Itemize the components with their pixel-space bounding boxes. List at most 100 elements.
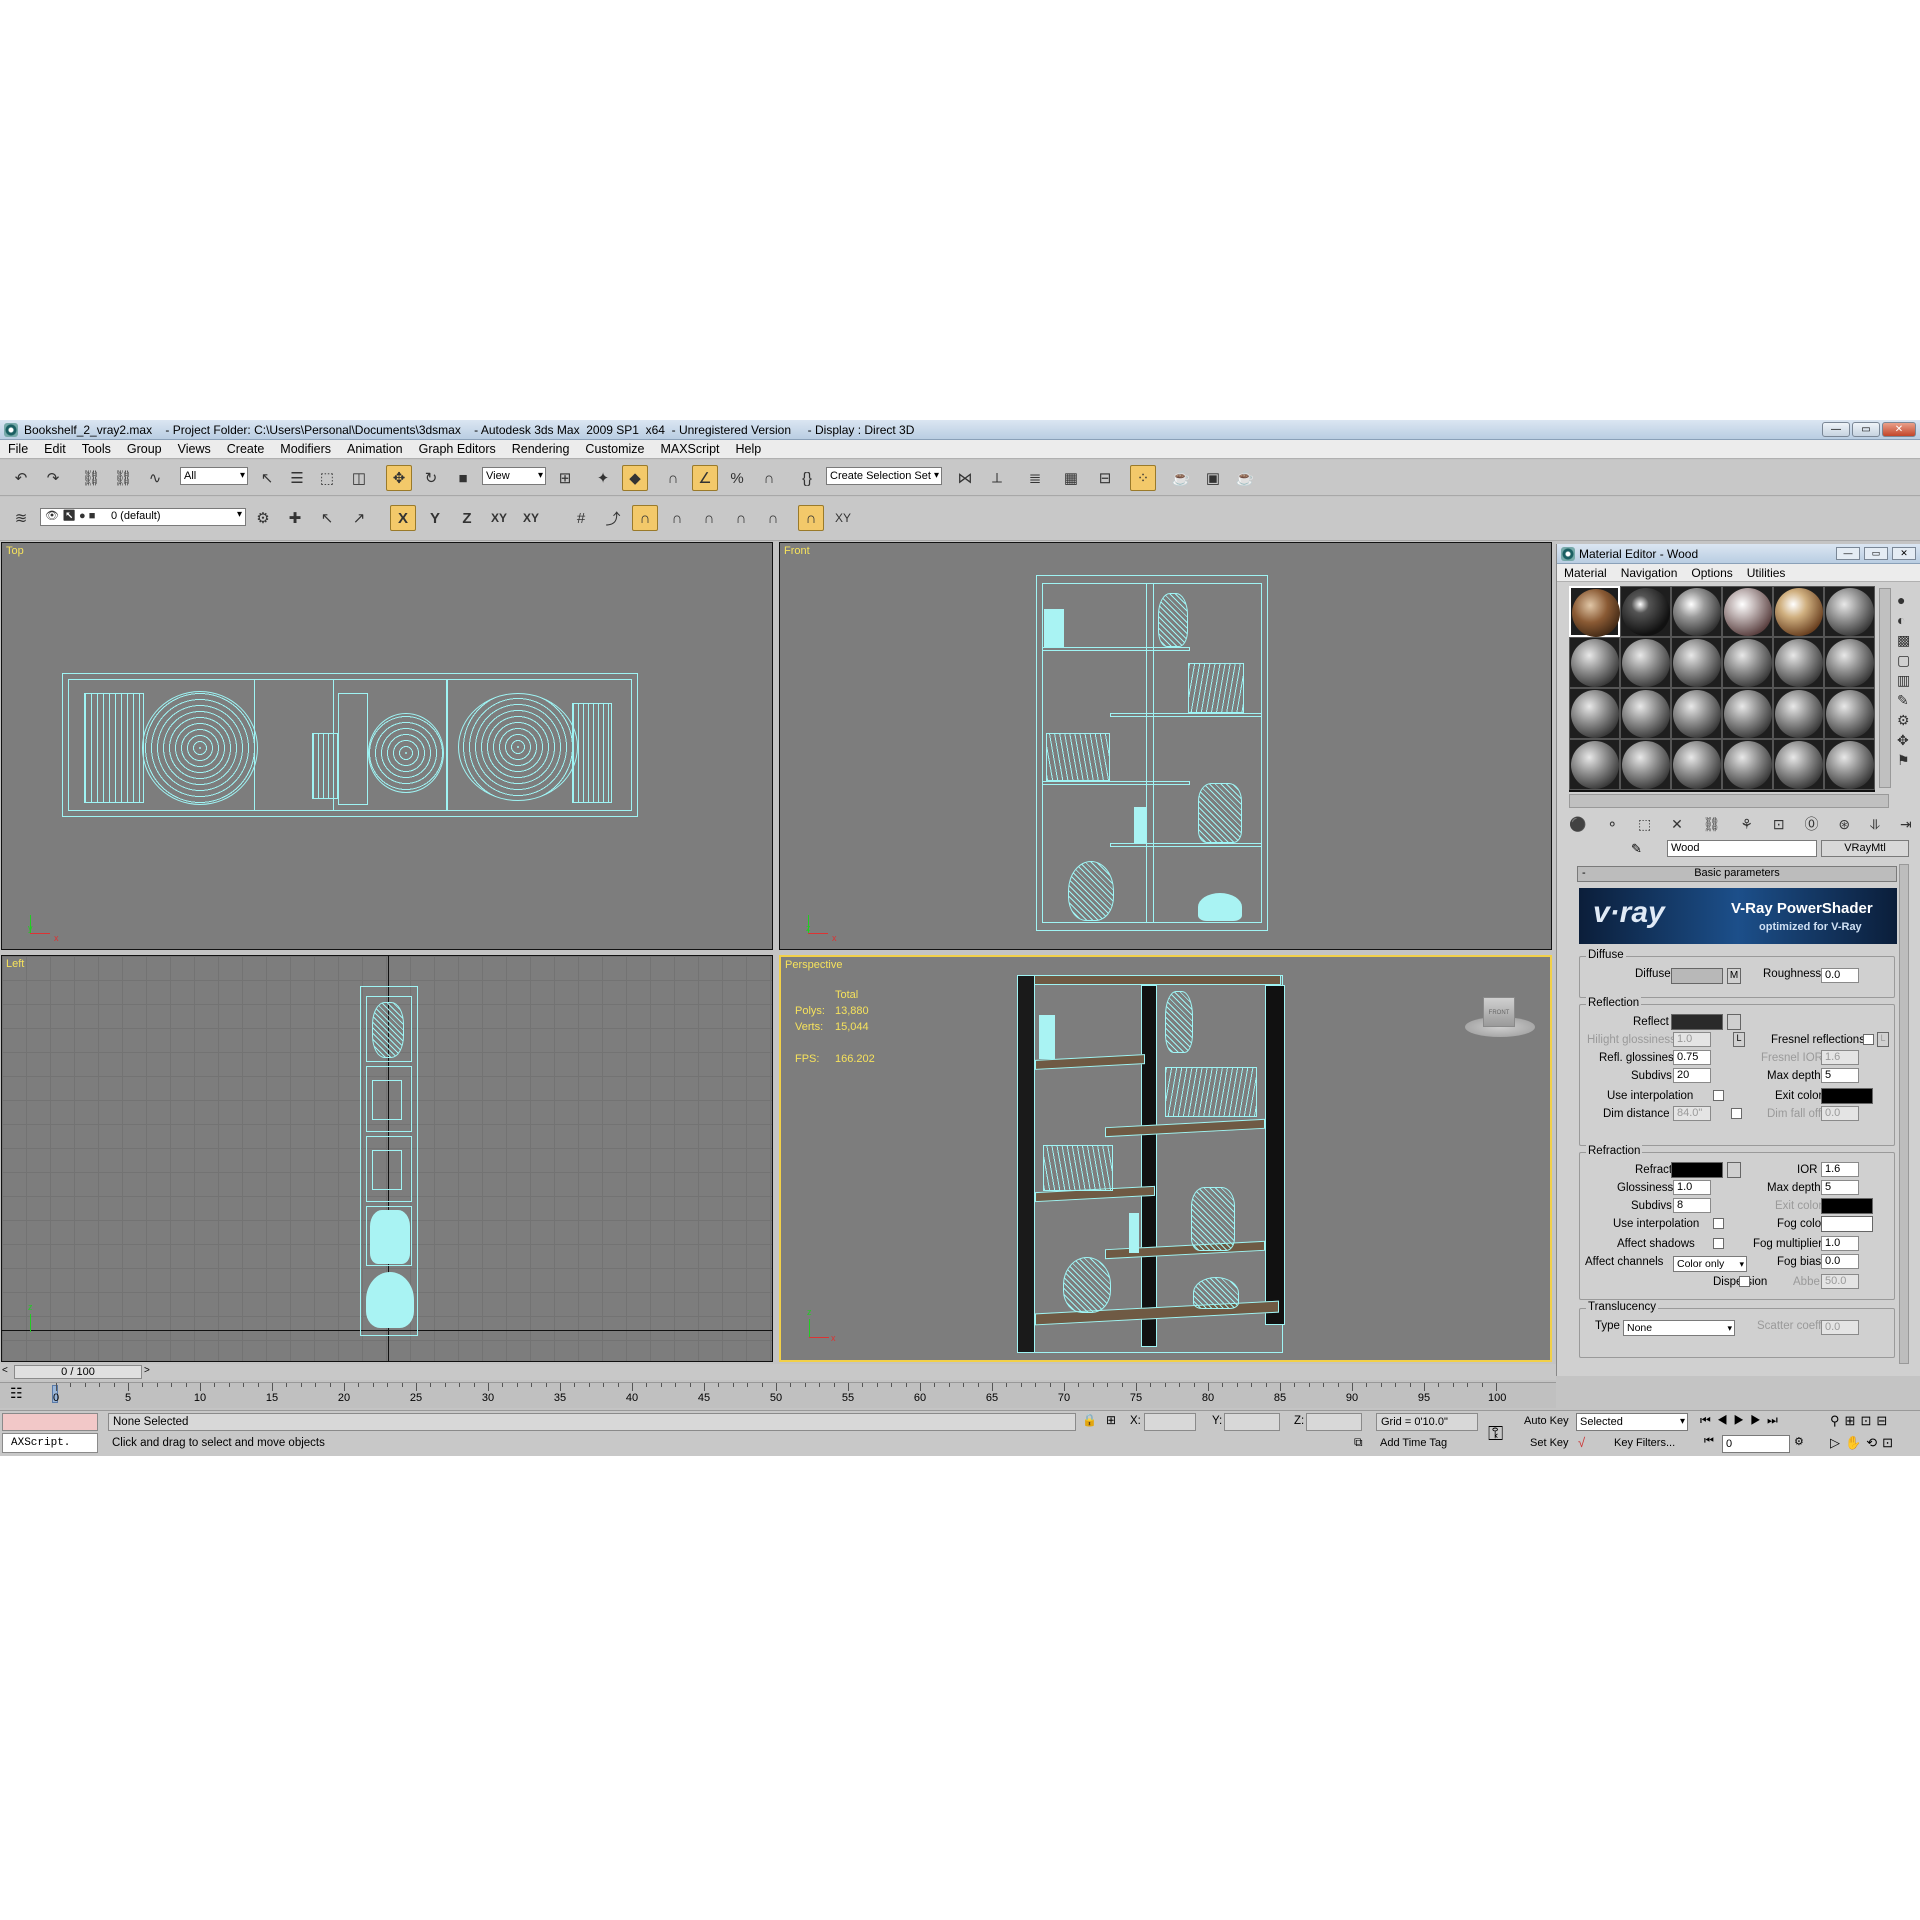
time-slider-thumb[interactable]: 0 / 100 xyxy=(14,1365,142,1379)
hilight-glossiness-input[interactable]: 1.0 xyxy=(1673,1032,1711,1047)
maxscript-listener-input[interactable]: AXScript. xyxy=(2,1433,98,1453)
layer-manager-icon[interactable]: ≣ xyxy=(1022,465,1048,491)
orbit-icon[interactable]: ⟲ xyxy=(1866,1435,1882,1450)
x-coord-input[interactable] xyxy=(1144,1413,1196,1431)
auto-key-button[interactable]: Auto Key xyxy=(1524,1413,1572,1431)
fog-multiplier-input[interactable]: 1.0 xyxy=(1821,1236,1859,1251)
time-tag-icon[interactable]: ⧉ xyxy=(1354,1435,1363,1450)
make-unique-icon[interactable]: ⛓ xyxy=(1703,816,1729,832)
basic-parameters-rollout-header[interactable]: - Basic parameters xyxy=(1577,866,1897,882)
refract-map-button[interactable] xyxy=(1727,1162,1741,1178)
sample-slot-14[interactable] xyxy=(1620,688,1671,739)
sample-slot-18[interactable] xyxy=(1824,688,1875,739)
affect-shadows-checkbox[interactable] xyxy=(1713,1238,1724,1249)
sample-slot-16[interactable] xyxy=(1722,688,1773,739)
go-forward-sibling-icon[interactable]: ⇥ xyxy=(1900,816,1920,832)
menu-graph-editors[interactable]: Graph Editors xyxy=(411,442,504,456)
absolute-mode-icon[interactable]: ⊞ xyxy=(1106,1413,1116,1427)
menu-group[interactable]: Group xyxy=(119,442,170,456)
time-slider-next-arrow[interactable]: > xyxy=(144,1365,150,1376)
edit-named-selection-icon[interactable]: {} xyxy=(794,465,820,491)
snap-midpoint-icon[interactable]: ∩ xyxy=(696,505,722,531)
sample-slot-17[interactable] xyxy=(1773,688,1824,739)
get-material-icon[interactable]: ⚫ xyxy=(1569,816,1594,832)
render-setup-icon[interactable]: ☕ xyxy=(1168,465,1194,491)
y-coord-input[interactable] xyxy=(1224,1413,1280,1431)
refl-exit-color-swatch[interactable] xyxy=(1821,1088,1873,1104)
me-minimize-button[interactable]: — xyxy=(1836,547,1860,560)
sample-slots-hscrollbar[interactable] xyxy=(1569,794,1889,808)
key-filters-button[interactable]: Key Filters... xyxy=(1614,1435,1690,1453)
restrict-y-button[interactable]: Y xyxy=(422,505,448,531)
me-menu-utilities[interactable]: Utilities xyxy=(1740,566,1793,580)
sample-slot-2[interactable] xyxy=(1620,586,1671,637)
menu-edit[interactable]: Edit xyxy=(36,442,74,456)
sample-slot-15[interactable] xyxy=(1671,688,1722,739)
fresnel-ior-input[interactable]: 1.6 xyxy=(1821,1050,1859,1065)
material-editor-icon[interactable]: ⁘ xyxy=(1130,465,1156,491)
go-to-parent-icon[interactable]: ⥥ xyxy=(1870,816,1888,832)
viewport-top[interactable]: Top y x xyxy=(1,542,773,950)
layers-icon[interactable]: ≋ xyxy=(8,505,34,531)
snap-options-icon[interactable]: ∩ xyxy=(798,505,824,531)
select-layer-icon[interactable]: ↖ xyxy=(314,505,340,531)
scatter-coeff-input[interactable]: 0.0 xyxy=(1821,1320,1859,1335)
sample-slots-scrollbar[interactable] xyxy=(1879,588,1891,788)
refl-glossiness-input[interactable]: 0.75 xyxy=(1673,1050,1711,1065)
pivot-center-icon[interactable]: ⊞ xyxy=(552,465,578,491)
background-icon[interactable]: ▩ xyxy=(1897,630,1910,650)
window-crossing-icon[interactable]: ◫ xyxy=(346,465,372,491)
rollout-scrollbar[interactable] xyxy=(1899,864,1909,1364)
sample-slot-wood[interactable] xyxy=(1569,586,1620,637)
roughness-input[interactable]: 0.0 xyxy=(1821,968,1859,983)
select-link-icon[interactable]: ⛓ xyxy=(78,465,104,491)
key-mode-toggle-icon[interactable]: ⏮ xyxy=(1704,1435,1714,1448)
undo-icon[interactable]: ↶ xyxy=(8,465,34,491)
select-and-scale-icon[interactable]: ■ xyxy=(450,465,476,491)
bind-space-warp-icon[interactable]: ∿ xyxy=(142,465,168,491)
maximize-button[interactable]: ▭ xyxy=(1852,422,1880,437)
me-menu-navigation[interactable]: Navigation xyxy=(1614,566,1685,580)
menu-file[interactable]: File xyxy=(0,442,36,456)
show-end-result-icon[interactable]: ⊛ xyxy=(1838,816,1858,832)
me-close-button[interactable]: ✕ xyxy=(1892,547,1916,560)
spinner-snap-icon[interactable]: ∩ xyxy=(756,465,782,491)
backlight-icon[interactable]: ◐ xyxy=(1897,610,1910,630)
put-to-scene-icon[interactable]: ⚬ xyxy=(1606,816,1626,832)
sample-slot-7[interactable] xyxy=(1569,637,1620,688)
refract-color-swatch[interactable] xyxy=(1671,1162,1723,1178)
restrict-x-button[interactable]: X xyxy=(390,505,416,531)
refr-glossiness-input[interactable]: 1.0 xyxy=(1673,1180,1711,1195)
sample-slot-22[interactable] xyxy=(1722,739,1773,790)
track-bar[interactable]: ☷ 0 5 10 15 20 25 30 35 40 45 50 55 60 65 70 75 80 85 90 95… xyxy=(0,1382,1556,1408)
snap-pivot-icon[interactable]: ⤴ xyxy=(600,505,626,531)
snap-axis-constraint-icon[interactable]: XY xyxy=(830,505,856,531)
abbe-input[interactable]: 50.0 xyxy=(1821,1274,1859,1289)
sample-slot-8[interactable] xyxy=(1620,637,1671,688)
reset-map-icon[interactable]: ✕ xyxy=(1671,816,1691,832)
fresnel-reflections-checkbox[interactable] xyxy=(1863,1034,1874,1045)
close-button[interactable]: ✕ xyxy=(1882,422,1916,437)
next-frame-icon[interactable]: ▶ xyxy=(1750,1413,1767,1427)
diffuse-map-button[interactable]: M xyxy=(1727,968,1741,984)
affect-channels-dropdown[interactable]: Color only ▾ xyxy=(1673,1256,1747,1272)
uv-tiling-icon[interactable]: ▢ xyxy=(1897,650,1910,670)
restrict-plane-button[interactable]: XY xyxy=(518,505,544,531)
maximize-viewport-icon[interactable]: ⊡ xyxy=(1882,1435,1898,1450)
menu-tools[interactable]: Tools xyxy=(74,442,119,456)
reflect-color-swatch[interactable] xyxy=(1671,1014,1723,1030)
named-selection-dropdown[interactable]: Create Selection Set xyxy=(826,467,942,485)
material-type-button[interactable]: VRayMtl xyxy=(1821,840,1909,857)
sample-slot-3[interactable] xyxy=(1671,586,1722,637)
time-config-icon[interactable]: ⚙ xyxy=(1794,1435,1804,1448)
sample-slot-21[interactable] xyxy=(1671,739,1722,790)
viewport-left[interactable]: Left z xyxy=(1,955,773,1362)
add-to-layer-icon[interactable]: ✚ xyxy=(282,505,308,531)
me-maximize-button[interactable]: ▭ xyxy=(1864,547,1888,560)
play-icon[interactable]: ▶ xyxy=(1734,1413,1751,1427)
zoom-icon[interactable]: ⚲ xyxy=(1830,1413,1845,1428)
quick-render-icon[interactable]: ☕ xyxy=(1232,465,1258,491)
sample-slot-13[interactable] xyxy=(1569,688,1620,739)
snaps-toggle-icon[interactable]: ∩ xyxy=(660,465,686,491)
viewcube[interactable]: FRONT xyxy=(1483,997,1515,1027)
